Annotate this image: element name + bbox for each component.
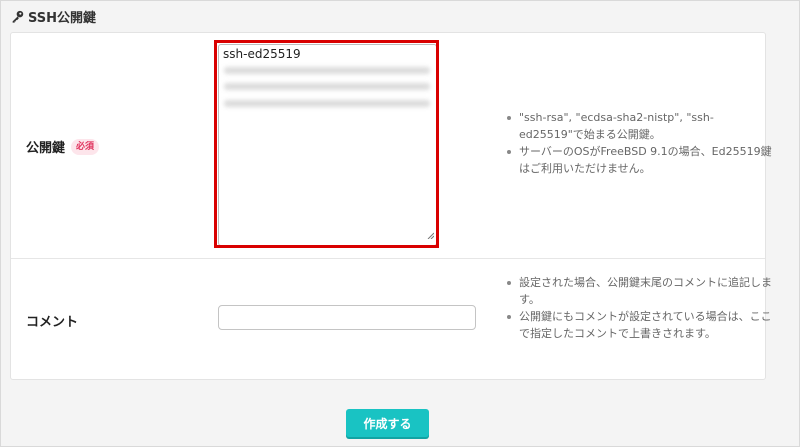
comment-label-group: コメント xyxy=(26,311,78,330)
required-badge: 必須 xyxy=(71,138,100,155)
page-frame: SSH公開鍵 公開鍵 必須 ssh-ed25519 "ssh-rsa", "ec… xyxy=(0,0,800,447)
highlight-box xyxy=(214,40,439,248)
public-key-label: 公開鍵 xyxy=(26,141,66,156)
comment-note: 設定された場合、公開鍵末尾のコメントに追記します。 xyxy=(507,274,777,308)
ssh-key-form: 公開鍵 必須 ssh-ed25519 "ssh-rsa", "ecdsa-sha… xyxy=(10,32,772,380)
section-header: SSH公開鍵 xyxy=(11,7,96,26)
public-key-label-group: 公開鍵 必須 xyxy=(26,137,100,156)
public-key-notes: "ssh-rsa", "ecdsa-sha2-nistp", "ssh-ed25… xyxy=(501,109,777,177)
section-title: SSH公開鍵 xyxy=(28,11,97,26)
comment-notes: 設定された場合、公開鍵末尾のコメントに追記します。 公開鍵にもコメントが設定され… xyxy=(501,274,777,342)
comment-note: 公開鍵にもコメントが設定されている場合は、ここで指定したコメントで上書きされます… xyxy=(507,308,777,342)
comment-input[interactable] xyxy=(218,305,476,330)
row-divider xyxy=(11,258,765,259)
public-key-note: サーバーのOSがFreeBSD 9.1の場合、Ed25519鍵はご利用いただけま… xyxy=(507,143,777,177)
key-icon xyxy=(11,10,24,23)
create-button[interactable]: 作成する xyxy=(346,409,429,437)
comment-label: コメント xyxy=(26,315,79,330)
public-key-note: "ssh-rsa", "ecdsa-sha2-nistp", "ssh-ed25… xyxy=(507,109,777,143)
